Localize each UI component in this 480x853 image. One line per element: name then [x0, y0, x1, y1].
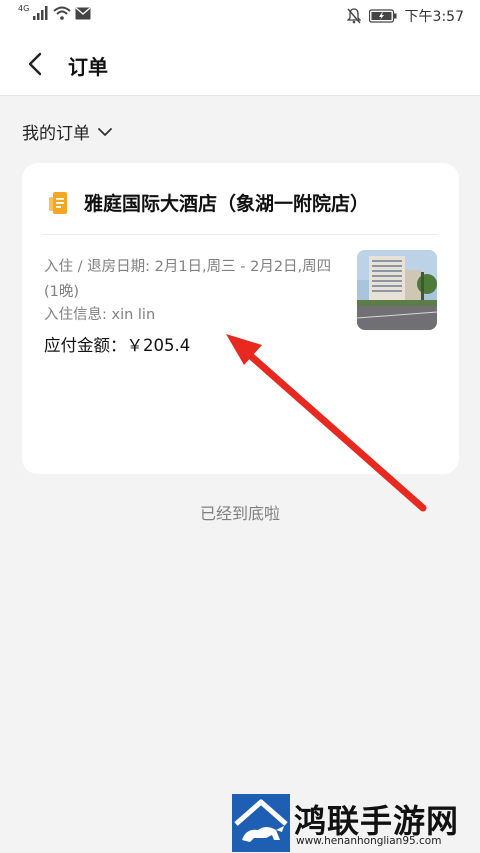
page-title: 订单 — [68, 55, 108, 79]
status-right: 下午3:57 — [346, 6, 464, 26]
payment-amount: 应付金额：￥205.4 — [44, 336, 191, 355]
hotel-document-icon — [49, 192, 67, 214]
chevron-down-icon — [98, 127, 112, 136]
header: 订单 — [0, 32, 480, 96]
chevron-left-icon — [28, 52, 42, 76]
network-type: 4G — [18, 4, 30, 13]
watermark-url: www.henanhonglian95.com — [296, 835, 442, 847]
battery-icon — [368, 9, 397, 23]
watermark: 鸿联手游网 www.henanhonglian95.com — [232, 794, 474, 852]
status-left: 4G — [18, 4, 91, 20]
status-bar: 4G 下午3:57 — [0, 0, 480, 32]
hotel-photo-image — [357, 250, 437, 330]
list-end-text: 已经到底啦 — [199, 504, 280, 523]
order-filter-dropdown[interactable]: 我的订单 — [22, 119, 112, 144]
site-logo-icon — [232, 794, 290, 852]
back-button[interactable] — [22, 50, 50, 78]
signal-icon — [33, 6, 48, 20]
hotel-thumbnail[interactable] — [357, 250, 437, 330]
hotel-name: 雅庭国际大酒店（象湖一附院店） — [84, 193, 370, 215]
status-time: 下午3:57 — [404, 9, 464, 25]
wifi-icon — [53, 6, 71, 20]
mute-bell-icon — [346, 8, 361, 24]
guest-info: 入住信息: xin lin — [44, 307, 156, 323]
message-icon — [75, 7, 91, 19]
order-card[interactable]: 雅庭国际大酒店（象湖一附院店） 入住 / 退房日期: 2月1日,周三 - 2月2… — [22, 163, 459, 474]
stay-dates: 入住 / 退房日期: 2月1日,周三 - 2月2日,周四(1晚) — [44, 259, 332, 300]
card-divider — [42, 234, 438, 235]
order-filter-label: 我的订单 — [22, 124, 90, 144]
